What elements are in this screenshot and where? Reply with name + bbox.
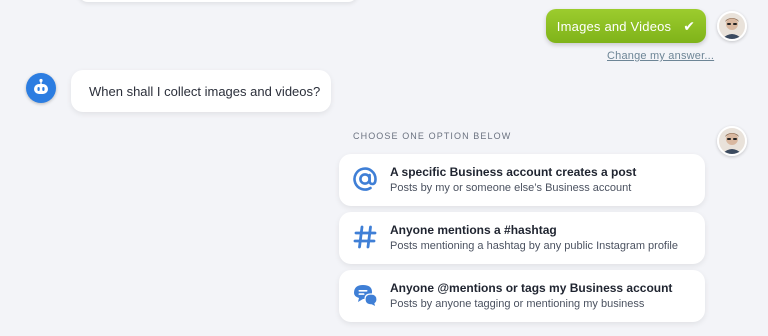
option-subtitle: Posts mentioning a hashtag by any public…	[390, 240, 678, 252]
change-answer-link[interactable]: Change my answer...	[607, 50, 714, 62]
option-title: Anyone mentions a #hashtag	[390, 223, 557, 237]
option-title: A specific Business account creates a po…	[390, 165, 637, 179]
bot-avatar	[26, 73, 56, 103]
hashtag-icon	[353, 225, 377, 249]
options-header: CHOOSE ONE OPTION BELOW	[353, 131, 512, 141]
bot-question-text: When shall I collect images and videos?	[89, 83, 321, 99]
checkmark-icon: ✔	[683, 18, 696, 34]
at-sign-icon	[353, 167, 377, 191]
chat-bubbles-icon	[354, 285, 378, 308]
option-subtitle: Posts by anyone tagging or mentioning my…	[390, 298, 645, 310]
option-business-account-post[interactable]: A specific Business account creates a po…	[339, 154, 705, 206]
user-avatar-options	[717, 126, 747, 156]
option-title: Anyone @mentions or tags my Business acc…	[390, 281, 673, 295]
user-answer-bubble: Images and Videos ✔	[546, 9, 706, 43]
user-answer-label: Images and Videos	[556, 18, 672, 34]
robot-icon	[34, 78, 48, 94]
option-mentions-or-tags[interactable]: Anyone @mentions or tags my Business acc…	[339, 270, 705, 322]
option-subtitle: Posts by my or someone else’s Business a…	[390, 182, 632, 194]
previous-message-bubble	[78, 0, 358, 2]
user-avatar	[717, 11, 747, 41]
option-hashtag-mention[interactable]: Anyone mentions a #hashtag Posts mention…	[339, 212, 705, 264]
bot-question-bubble: When shall I collect images and videos?	[71, 70, 331, 112]
